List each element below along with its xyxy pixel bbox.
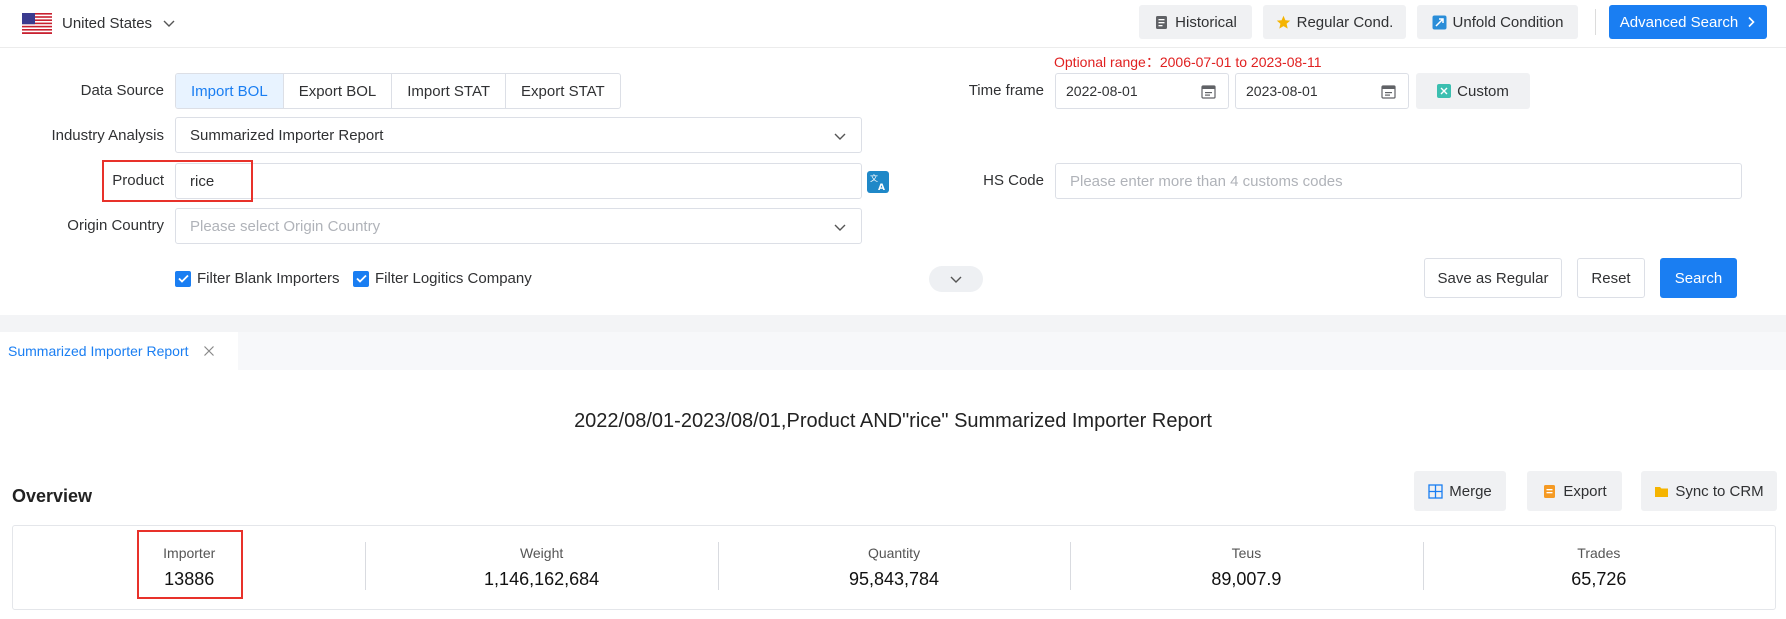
report-title: 2022/08/01-2023/08/01,Product AND"rice" … (574, 410, 1212, 432)
merge-icon (1428, 483, 1443, 499)
svg-text:A: A (878, 183, 885, 193)
stat-value: 65,726 (1571, 569, 1627, 589)
custom-icon (1437, 84, 1452, 98)
calendar-icon (1381, 85, 1396, 99)
origin-country-select[interactable]: Please select Origin Country (175, 208, 862, 244)
advanced-search-button[interactable]: Advanced Search (1609, 5, 1767, 39)
highlight-box-importer (137, 530, 243, 599)
data-source-label: Data Source (80, 82, 164, 99)
data-source-export-stat[interactable]: Export STAT (505, 74, 620, 108)
industry-analysis-value: Summarized Importer Report (190, 126, 384, 144)
date-from-value: 2022-08-01 (1066, 83, 1138, 99)
data-source-segmented: Import BOL Export BOL Import STAT Export… (175, 73, 621, 109)
data-source-export-bol[interactable]: Export BOL (282, 74, 392, 108)
filter-logistics-checkbox[interactable]: Filter Logitics Company (353, 270, 532, 287)
hs-code-label: HS Code (983, 172, 1044, 189)
hs-code-input[interactable]: Please enter more than 4 customs codes (1055, 163, 1742, 199)
tab-summarized-importer-report[interactable]: Summarized Importer Report (0, 332, 238, 370)
star-icon (1276, 15, 1290, 29)
export-icon (1544, 484, 1556, 498)
historical-button[interactable]: Historical (1139, 5, 1252, 39)
country-name: United States (62, 14, 153, 32)
stat-label: Teus (1231, 545, 1262, 561)
industry-analysis-label: Industry Analysis (51, 127, 164, 144)
reset-button[interactable]: Reset (1577, 258, 1645, 298)
merge-label: Merge (1449, 482, 1492, 500)
stat-teus: Teus 89,007.9 (1070, 526, 1422, 609)
custom-date-button[interactable]: Custom (1416, 73, 1530, 109)
data-source-import-bol[interactable]: Import BOL (176, 74, 283, 108)
stat-value: 89,007.9 (1211, 569, 1282, 589)
stat-label: Weight (519, 545, 564, 561)
overview-heading: Overview (12, 486, 93, 506)
translate-icon[interactable]: 文 A (867, 171, 889, 193)
export-button[interactable]: Export (1527, 471, 1622, 511)
stat-label: Quantity (867, 545, 921, 561)
folder-icon (1655, 486, 1669, 497)
regular-cond-button[interactable]: Regular Cond. (1263, 5, 1406, 39)
tab-label: Summarized Importer Report (8, 343, 189, 359)
sync-to-crm-label: Sync to CRM (1675, 482, 1764, 500)
stat-weight: Weight 1,146,162,684 (365, 526, 717, 609)
overview-stats: Importer 13886 Weight 1,146,162,684 Quan… (12, 525, 1776, 610)
highlight-box-product (102, 160, 253, 202)
divider (1595, 9, 1596, 35)
tab-bar (0, 332, 1786, 370)
stat-quantity: Quantity 95,843,784 (717, 526, 1070, 609)
time-frame-label: Time frame (968, 82, 1044, 99)
unfold-condition-button[interactable]: Unfold Condition (1417, 5, 1578, 39)
filter-blank-importers-label: Filter Blank Importers (197, 270, 340, 287)
chevron-down-icon (950, 276, 962, 283)
filter-logistics-label: Filter Logitics Company (375, 270, 532, 287)
industry-analysis-select[interactable]: Summarized Importer Report (175, 117, 862, 153)
hs-code-placeholder: Please enter more than 4 customs codes (1070, 172, 1343, 190)
historical-label: Historical (1175, 13, 1237, 31)
save-as-regular-button[interactable]: Save as Regular (1424, 258, 1562, 298)
search-button[interactable]: Search (1660, 258, 1737, 298)
country-selector[interactable]: United States (22, 10, 176, 36)
custom-label: Custom (1457, 82, 1509, 100)
svg-text:文: 文 (870, 173, 878, 183)
merge-button[interactable]: Merge (1414, 471, 1506, 511)
top-bar: United States Historical Regular Cond. U… (0, 0, 1786, 48)
filter-blank-importers-checkbox[interactable]: Filter Blank Importers (175, 270, 340, 287)
date-from-input[interactable]: 2022-08-01 (1055, 73, 1229, 109)
date-to-input[interactable]: 2023-08-01 (1235, 73, 1409, 109)
date-to-value: 2023-08-01 (1246, 83, 1318, 99)
stat-trades: Trades 65,726 (1422, 526, 1775, 609)
product-input[interactable]: rice (175, 163, 862, 199)
checkbox-checked-icon (175, 270, 191, 287)
close-icon[interactable] (203, 345, 215, 357)
unfold-condition-label: Unfold Condition (1452, 13, 1564, 31)
regular-cond-label: Regular Cond. (1296, 13, 1394, 31)
document-icon (1156, 15, 1168, 29)
stat-label: Trades (1577, 545, 1621, 561)
origin-country-placeholder: Please select Origin Country (190, 217, 381, 235)
export-label: Export (1563, 482, 1607, 500)
optional-range-text: Optional range：2006-07-01 to 2023-08-11 (1054, 54, 1322, 70)
us-flag-icon (22, 12, 52, 34)
sync-to-crm-button[interactable]: Sync to CRM (1641, 471, 1777, 511)
chevron-right-icon (1748, 16, 1755, 28)
calendar-icon (1201, 85, 1216, 99)
stat-value: 1,146,162,684 (484, 569, 600, 589)
expand-icon (1432, 15, 1447, 29)
chevron-down-icon (163, 20, 175, 27)
chevron-down-icon (834, 133, 846, 140)
collapse-toggle[interactable] (929, 266, 983, 292)
section-divider (0, 315, 1786, 332)
data-source-import-stat[interactable]: Import STAT (391, 74, 505, 108)
checkbox-checked-icon (353, 270, 369, 287)
chevron-down-icon (834, 224, 846, 231)
advanced-search-label: Advanced Search (1619, 13, 1739, 31)
stat-value: 95,843,784 (848, 569, 940, 589)
origin-country-label: Origin Country (67, 217, 164, 234)
